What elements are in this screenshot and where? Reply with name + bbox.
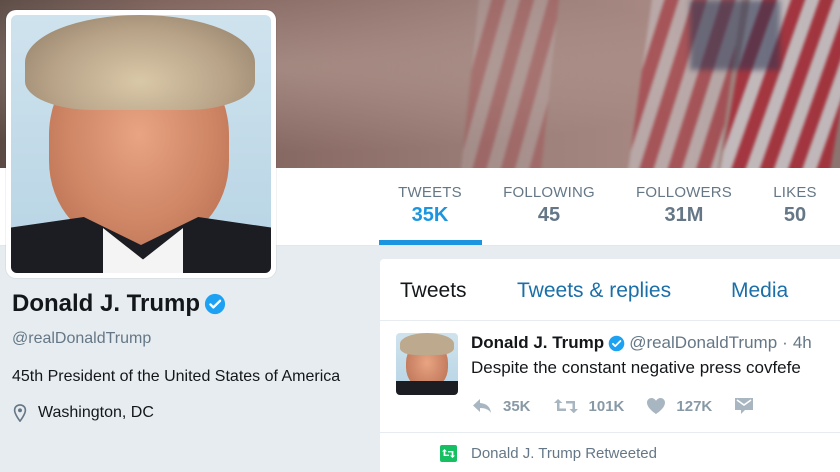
tab-tweets-and-replies[interactable]: Tweets & replies — [517, 279, 671, 303]
direct-message-button[interactable] — [734, 397, 764, 415]
verified-badge-icon — [608, 335, 625, 351]
retweet-button[interactable]: 101K — [553, 397, 625, 415]
reply-button[interactable]: 35K — [471, 398, 531, 415]
tweet-timestamp[interactable]: 4h — [793, 333, 812, 353]
profile-location: Washington, DC — [12, 404, 352, 422]
reply-count: 35K — [503, 397, 531, 415]
tweet-text: Despite the constant negative press covf… — [471, 358, 801, 377]
tweet-author-name[interactable]: Donald J. Trump — [471, 333, 604, 353]
tweet-header: Donald J. Trump @realDonaldTrump · 4h — [471, 333, 812, 353]
avatar-image — [11, 15, 271, 273]
retweet-icon — [553, 399, 578, 413]
stat-followers[interactable]: FOLLOWERS 31M — [630, 184, 738, 227]
stat-following[interactable]: FOLLOWING 45 — [500, 184, 598, 227]
stat-value: 50 — [783, 204, 807, 226]
like-count: 127K — [676, 397, 713, 415]
stat-label: TWEETS — [398, 184, 462, 201]
tweet[interactable]: Donald J. Trump @realDonaldTrump · 4h De… — [380, 321, 840, 433]
tab-media[interactable]: Media — [731, 279, 788, 303]
tweet-avatar[interactable] — [396, 333, 458, 395]
retweet-count: 101K — [588, 397, 625, 415]
profile-avatar[interactable] — [6, 10, 276, 278]
retweet-notice-text[interactable]: Donald J. Trump Retweeted — [471, 445, 657, 462]
timeline-tabs: Tweets Tweets & replies Media — [380, 259, 840, 321]
reply-icon — [473, 399, 491, 413]
direct-message-icon — [735, 398, 754, 414]
tweet-author-handle[interactable]: @realDonaldTrump — [629, 333, 777, 353]
location-pin-icon — [13, 404, 27, 422]
active-stat-indicator — [379, 240, 482, 245]
profile-bio: 45th President of the United States of A… — [12, 368, 341, 385]
stat-label: FOLLOWING — [503, 184, 595, 201]
stat-likes[interactable]: LIKES 50 — [766, 184, 824, 227]
stat-value: 31M — [664, 204, 704, 226]
stat-label: FOLLOWERS — [636, 184, 732, 201]
profile-name[interactable]: Donald J. Trump — [12, 290, 200, 318]
verified-badge-icon — [204, 293, 226, 315]
tweet-actions: 35K 101K 127K — [471, 397, 786, 415]
heart-icon — [647, 398, 666, 414]
profile-page: TWEETS 35K FOLLOWING 45 FOLLOWERS 31M LI… — [0, 0, 840, 472]
stat-value: 45 — [537, 204, 561, 226]
like-button[interactable]: 127K — [646, 397, 712, 415]
profile-handle[interactable]: @realDonaldTrump — [12, 330, 352, 348]
stat-label: LIKES — [773, 184, 817, 201]
tab-tweets[interactable]: Tweets — [400, 279, 467, 303]
timeline-panel: Tweets Tweets & replies Media Donald J. … — [379, 258, 840, 472]
retweet-notice: Donald J. Trump Retweeted — [440, 445, 657, 462]
retweet-icon — [440, 445, 457, 462]
separator-dot: · — [782, 333, 788, 352]
stat-tweets[interactable]: TWEETS 35K — [394, 184, 466, 227]
profile-card: Donald J. Trump @realDonaldTrump 45th Pr… — [12, 290, 352, 422]
stat-value: 35K — [411, 204, 449, 226]
location-text: Washington, DC — [38, 404, 154, 421]
